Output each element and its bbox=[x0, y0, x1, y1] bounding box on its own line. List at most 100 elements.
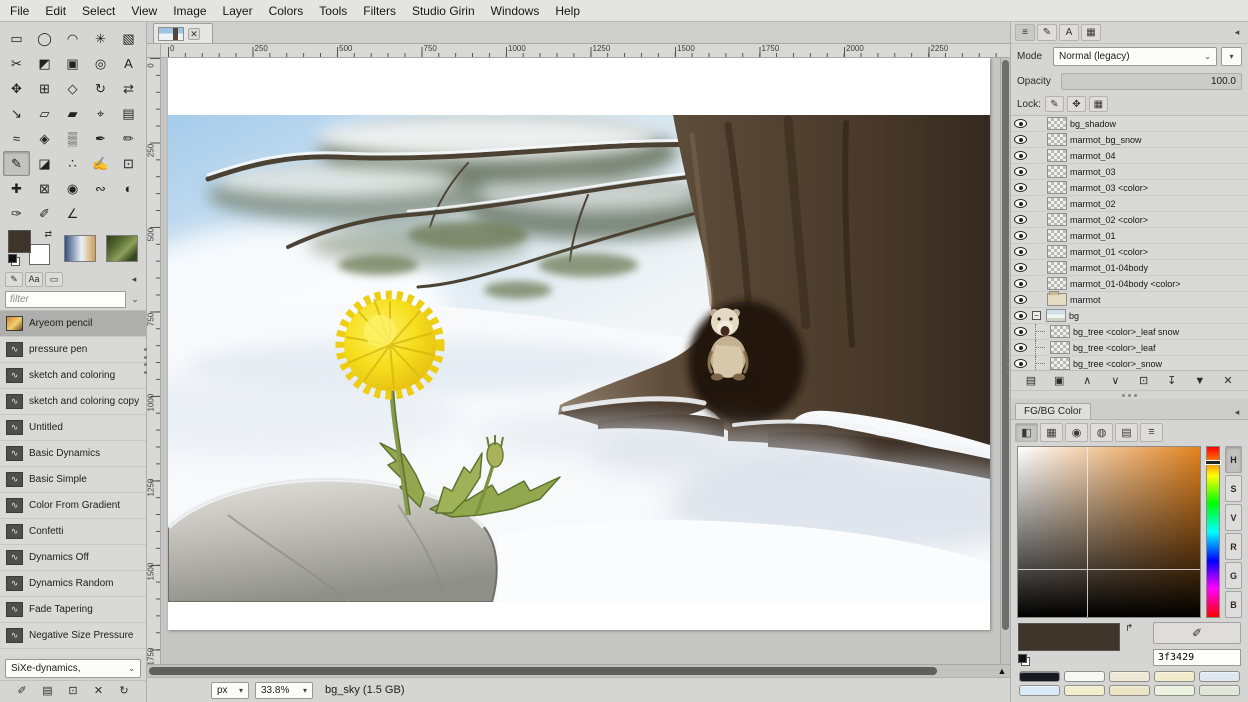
pencil-tool[interactable]: ✏ bbox=[115, 126, 142, 151]
dynamics-item[interactable]: ∿pressure pen bbox=[0, 337, 146, 363]
menu-select[interactable]: Select bbox=[74, 2, 123, 20]
saturation-value-square[interactable] bbox=[1017, 446, 1201, 618]
dynamics-item[interactable]: ∿Untitled bbox=[0, 415, 146, 441]
dynamics-item[interactable]: ∿Dynamics Off bbox=[0, 545, 146, 571]
visibility-eye-icon[interactable] bbox=[1014, 151, 1027, 160]
collapse-toolbox-button[interactable]: ◂ bbox=[127, 272, 141, 286]
panel-splitter-left[interactable] bbox=[143, 348, 148, 374]
anchor-layer-button[interactable]: ↧ bbox=[1160, 372, 1184, 389]
horizontal-ruler[interactable]: 0250500750100012501500175020002250 bbox=[161, 44, 1010, 58]
crop-tool[interactable]: ▣ bbox=[59, 51, 86, 76]
background-color-swatch[interactable] bbox=[29, 244, 50, 265]
delete-layer-button[interactable]: ✕ bbox=[1216, 372, 1240, 389]
rotate-tool[interactable]: ↻ bbox=[87, 76, 114, 101]
layer-row[interactable]: marmot_01-04body bbox=[1011, 260, 1248, 276]
paths-tool[interactable]: ✑ bbox=[3, 201, 30, 226]
panel-splitter-right[interactable] bbox=[1005, 348, 1010, 374]
brushes-tab-icon[interactable]: ✎ bbox=[1037, 24, 1057, 41]
palette-selector-tab[interactable]: ▤ bbox=[1115, 423, 1138, 442]
delete-dynamics-button[interactable]: ✕ bbox=[87, 682, 111, 699]
merge-layer-button[interactable]: ▼ bbox=[1188, 372, 1212, 389]
palette-swatch[interactable] bbox=[1109, 685, 1150, 696]
warp-transform-tool[interactable]: ≈ bbox=[3, 126, 30, 151]
palette-swatch[interactable] bbox=[1154, 671, 1195, 682]
scissors-select-tool[interactable]: ✂ bbox=[3, 51, 30, 76]
visibility-eye-icon[interactable] bbox=[1014, 343, 1027, 352]
layer-row[interactable]: marmot_03 <color> bbox=[1011, 180, 1248, 196]
font-toggle-icon[interactable]: Aa bbox=[25, 272, 43, 287]
layer-row[interactable]: bg_tree <color>_leaf snow bbox=[1011, 324, 1248, 340]
visibility-eye-icon[interactable] bbox=[1014, 167, 1027, 176]
menu-windows[interactable]: Windows bbox=[483, 2, 548, 20]
dynamics-item[interactable]: ∿Basic Simple bbox=[0, 467, 146, 493]
duplicate-layer-button[interactable]: ⊡ bbox=[1132, 372, 1156, 389]
layer-row[interactable]: marmot_02 bbox=[1011, 196, 1248, 212]
new-group-button[interactable]: ▣ bbox=[1047, 372, 1071, 389]
opacity-slider[interactable]: 100.0 bbox=[1061, 73, 1242, 90]
move-tool[interactable]: ✥ bbox=[3, 76, 30, 101]
menu-image[interactable]: Image bbox=[165, 2, 214, 20]
fg-bg-color-widget[interactable]: ⇄ bbox=[8, 230, 54, 266]
unit-combobox[interactable]: px ▾ bbox=[211, 682, 249, 699]
layer-row[interactable]: bg_shadow bbox=[1011, 116, 1248, 132]
mypaint-brush-tool[interactable]: ✍ bbox=[87, 151, 114, 176]
palette-swatch[interactable] bbox=[1064, 671, 1105, 682]
lower-layer-button[interactable]: ∨ bbox=[1103, 372, 1127, 389]
dynamics-filter-input[interactable] bbox=[5, 291, 126, 308]
dynamics-item[interactable]: ∿Fade Tapering bbox=[0, 597, 146, 623]
layer-row[interactable]: bg_tree <color>_leaf bbox=[1011, 340, 1248, 356]
palette-swatch[interactable] bbox=[1064, 685, 1105, 696]
layer-row[interactable]: marmot_01-04body <color> bbox=[1011, 276, 1248, 292]
menu-edit[interactable]: Edit bbox=[37, 2, 74, 20]
default-colors-icon[interactable] bbox=[8, 254, 20, 266]
gradient-tool[interactable]: ▒ bbox=[59, 126, 86, 151]
visibility-eye-icon[interactable] bbox=[1014, 295, 1027, 304]
lock-alpha-icon[interactable]: ▦ bbox=[1089, 96, 1108, 112]
channel-g-button[interactable]: G bbox=[1225, 562, 1242, 589]
layer-row[interactable]: marmot_bg_snow bbox=[1011, 132, 1248, 148]
shear-tool[interactable]: ▱ bbox=[31, 101, 58, 126]
clone-tool[interactable]: ⊡ bbox=[115, 151, 142, 176]
heal-tool[interactable]: ✚ bbox=[3, 176, 30, 201]
zoom-tool[interactable]: ◎ bbox=[87, 51, 114, 76]
dynamics-item[interactable]: ∿Confetti bbox=[0, 519, 146, 545]
vertical-ruler[interactable]: 02505007501000125015001750 bbox=[147, 58, 161, 664]
default-colors-icon[interactable] bbox=[1018, 654, 1030, 666]
brush-editor-toggle-icon[interactable]: ✎ bbox=[5, 272, 23, 287]
menu-help[interactable]: Help bbox=[547, 2, 588, 20]
fuzzy-select-tool[interactable]: ✳ bbox=[87, 26, 114, 51]
scale-tool[interactable]: ↘ bbox=[3, 101, 30, 126]
horizontal-scrollbar[interactable] bbox=[147, 665, 994, 677]
layer-row[interactable]: marmot bbox=[1011, 292, 1248, 308]
perspective-clone-tool[interactable]: ⊠ bbox=[31, 176, 58, 201]
image-tab[interactable]: ✕ bbox=[153, 23, 213, 43]
palette-swatch[interactable] bbox=[1019, 685, 1060, 696]
dynamics-item[interactable]: ∿sketch and coloring copy bbox=[0, 389, 146, 415]
visibility-eye-icon[interactable] bbox=[1014, 231, 1027, 240]
dynamics-item[interactable]: ∿Negative Size Pressure bbox=[0, 623, 146, 649]
active-gradient-swatch[interactable] bbox=[64, 235, 96, 262]
text-tool[interactable]: A bbox=[115, 51, 142, 76]
dynamics-item[interactable]: ∿Basic Dynamics bbox=[0, 441, 146, 467]
visibility-eye-icon[interactable] bbox=[1014, 327, 1027, 336]
foreground-color-swatch[interactable] bbox=[8, 230, 31, 253]
zoom-combobox[interactable]: 33.8% ▾ bbox=[255, 682, 313, 699]
palette-swatch[interactable] bbox=[1199, 685, 1240, 696]
navigation-preview-button[interactable]: ▲ bbox=[994, 665, 1010, 677]
canvas-viewport[interactable] bbox=[161, 58, 1000, 664]
layer-row[interactable]: −bg bbox=[1011, 308, 1248, 324]
canvas-artwork[interactable] bbox=[168, 115, 990, 602]
menu-colors[interactable]: Colors bbox=[261, 2, 312, 20]
smudge-tool[interactable]: ∾ bbox=[87, 176, 114, 201]
blur-sharpen-tool[interactable]: ◉ bbox=[59, 176, 86, 201]
layer-row[interactable]: marmot_01 <color> bbox=[1011, 244, 1248, 260]
channel-r-button[interactable]: R bbox=[1225, 533, 1242, 560]
canvas-page[interactable] bbox=[168, 58, 990, 630]
bucket-fill-tool[interactable]: ◈ bbox=[31, 126, 58, 151]
fonts-tab-icon[interactable]: A bbox=[1059, 24, 1079, 41]
rectangle-select-tool[interactable]: ▭ bbox=[3, 26, 30, 51]
dynamics-item[interactable]: ∿Color From Gradient bbox=[0, 493, 146, 519]
channel-s-button[interactable]: S bbox=[1225, 475, 1242, 502]
palette-swatch[interactable] bbox=[1019, 671, 1060, 682]
dynamics-item[interactable]: ∿Dynamics Random bbox=[0, 571, 146, 597]
